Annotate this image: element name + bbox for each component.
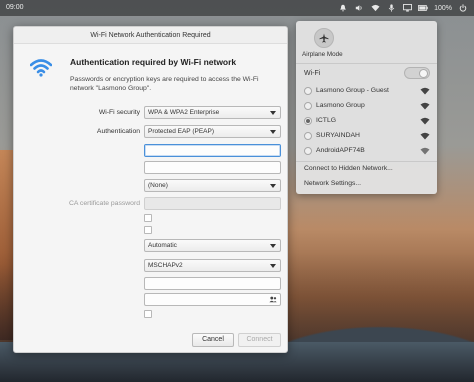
chevron-down-icon bbox=[270, 111, 276, 115]
peap-version-combo[interactable]: Automatic bbox=[144, 239, 281, 252]
bell-icon[interactable] bbox=[338, 3, 348, 13]
password-field[interactable] bbox=[144, 293, 281, 306]
battery-icon[interactable] bbox=[418, 3, 428, 13]
network-radio bbox=[304, 117, 312, 125]
no-ca-certificate-checkbox[interactable] bbox=[144, 226, 152, 234]
network-radio bbox=[304, 147, 312, 155]
toggle-knob bbox=[419, 69, 428, 78]
network-item[interactable]: SURYAINDAH bbox=[296, 129, 437, 144]
wifi-icon bbox=[29, 59, 53, 77]
network-menu: Airplane Mode Wi-Fi Lasmono Group - Gues… bbox=[296, 21, 437, 194]
wifi-section-label: Wi-Fi bbox=[304, 70, 321, 77]
airplane-icon bbox=[319, 33, 329, 43]
network-item[interactable]: AndroidAPF74B bbox=[296, 144, 437, 159]
chevron-down-icon bbox=[270, 244, 276, 248]
power-icon[interactable] bbox=[458, 3, 468, 13]
authentication-combo[interactable]: Protected EAP (PEAP) bbox=[144, 125, 281, 138]
wifi-security-label: Wi-Fi security bbox=[98, 109, 140, 116]
network-name: AndroidAPF74B bbox=[316, 147, 365, 154]
network-item[interactable]: ICTLG bbox=[296, 114, 437, 129]
speaker-icon[interactable] bbox=[354, 3, 364, 13]
airplane-mode-label: Airplane Mode bbox=[302, 51, 343, 58]
network-icon[interactable] bbox=[370, 3, 380, 13]
wifi-security-combo[interactable]: WPA & WPA2 Enterprise bbox=[144, 106, 281, 119]
network-name: Lasmono Group - Guest bbox=[316, 87, 389, 94]
network-name: Lasmono Group bbox=[316, 102, 365, 109]
panel-indicators: 100% bbox=[338, 3, 468, 13]
network-radio bbox=[304, 87, 312, 95]
wifi-signal-icon bbox=[420, 132, 430, 140]
menu-separator bbox=[296, 63, 437, 64]
chevron-down-icon bbox=[270, 264, 276, 268]
network-item[interactable]: Lasmono Group - Guest bbox=[296, 84, 437, 99]
ca-certificate-combo[interactable]: (None) bbox=[144, 179, 281, 192]
dialog-title: Wi-Fi Network Authentication Required bbox=[14, 27, 287, 44]
inner-authentication-value: MSCHAPv2 bbox=[148, 262, 183, 269]
chevron-down-icon bbox=[270, 130, 276, 134]
wifi-security-value: WPA & WPA2 Enterprise bbox=[148, 109, 220, 116]
top-panel: 09:00 100% bbox=[0, 0, 474, 16]
cancel-button[interactable]: Cancel bbox=[192, 333, 234, 347]
network-radio bbox=[304, 102, 312, 110]
wifi-toggle[interactable] bbox=[404, 67, 430, 79]
authentication-label: Authentication bbox=[96, 128, 140, 135]
ca-certificate-password-label: CA certificate password bbox=[68, 200, 140, 207]
wifi-signal-icon bbox=[420, 87, 430, 95]
wifi-signal-icon bbox=[420, 147, 430, 155]
battery-percentage: 100% bbox=[434, 4, 452, 12]
inner-authentication-combo[interactable]: MSCHAPv2 bbox=[144, 259, 281, 272]
dialog-description: Passwords or encryption keys are require… bbox=[70, 76, 259, 92]
microphone-icon[interactable] bbox=[386, 3, 396, 13]
connect-hidden-network-item[interactable]: Connect to Hidden Network... bbox=[304, 165, 393, 172]
dialog-heading: Authentication required by Wi-Fi network bbox=[70, 57, 237, 67]
network-name: ICTLG bbox=[316, 117, 337, 124]
anonymous-identity-field[interactable] bbox=[144, 144, 281, 157]
connect-button[interactable]: Connect bbox=[238, 333, 281, 347]
authentication-value: Protected EAP (PEAP) bbox=[148, 128, 214, 135]
user-icon[interactable] bbox=[269, 296, 277, 307]
wifi-signal-icon bbox=[420, 117, 430, 125]
wifi-auth-dialog: Wi-Fi Network Authentication Required Au… bbox=[13, 26, 288, 353]
chevron-down-icon bbox=[270, 184, 276, 188]
network-settings-item[interactable]: Network Settings... bbox=[304, 180, 361, 187]
network-radio bbox=[304, 132, 312, 140]
menu-separator bbox=[296, 161, 437, 162]
wifi-signal-icon bbox=[420, 102, 430, 110]
username-field[interactable] bbox=[144, 277, 281, 290]
ca-certificate-value: (None) bbox=[148, 182, 168, 189]
show-password-checkbox[interactable] bbox=[144, 310, 152, 318]
show-passwords-checkbox[interactable] bbox=[144, 214, 152, 222]
panel-clock[interactable]: 09:00 bbox=[6, 4, 24, 11]
network-name: SURYAINDAH bbox=[316, 132, 360, 139]
peap-version-value: Automatic bbox=[148, 242, 177, 249]
airplane-mode-button[interactable] bbox=[314, 28, 334, 48]
display-icon[interactable] bbox=[402, 3, 412, 13]
network-item[interactable]: Lasmono Group bbox=[296, 99, 437, 114]
domain-field[interactable] bbox=[144, 161, 281, 174]
ca-certificate-password-field bbox=[144, 197, 281, 210]
